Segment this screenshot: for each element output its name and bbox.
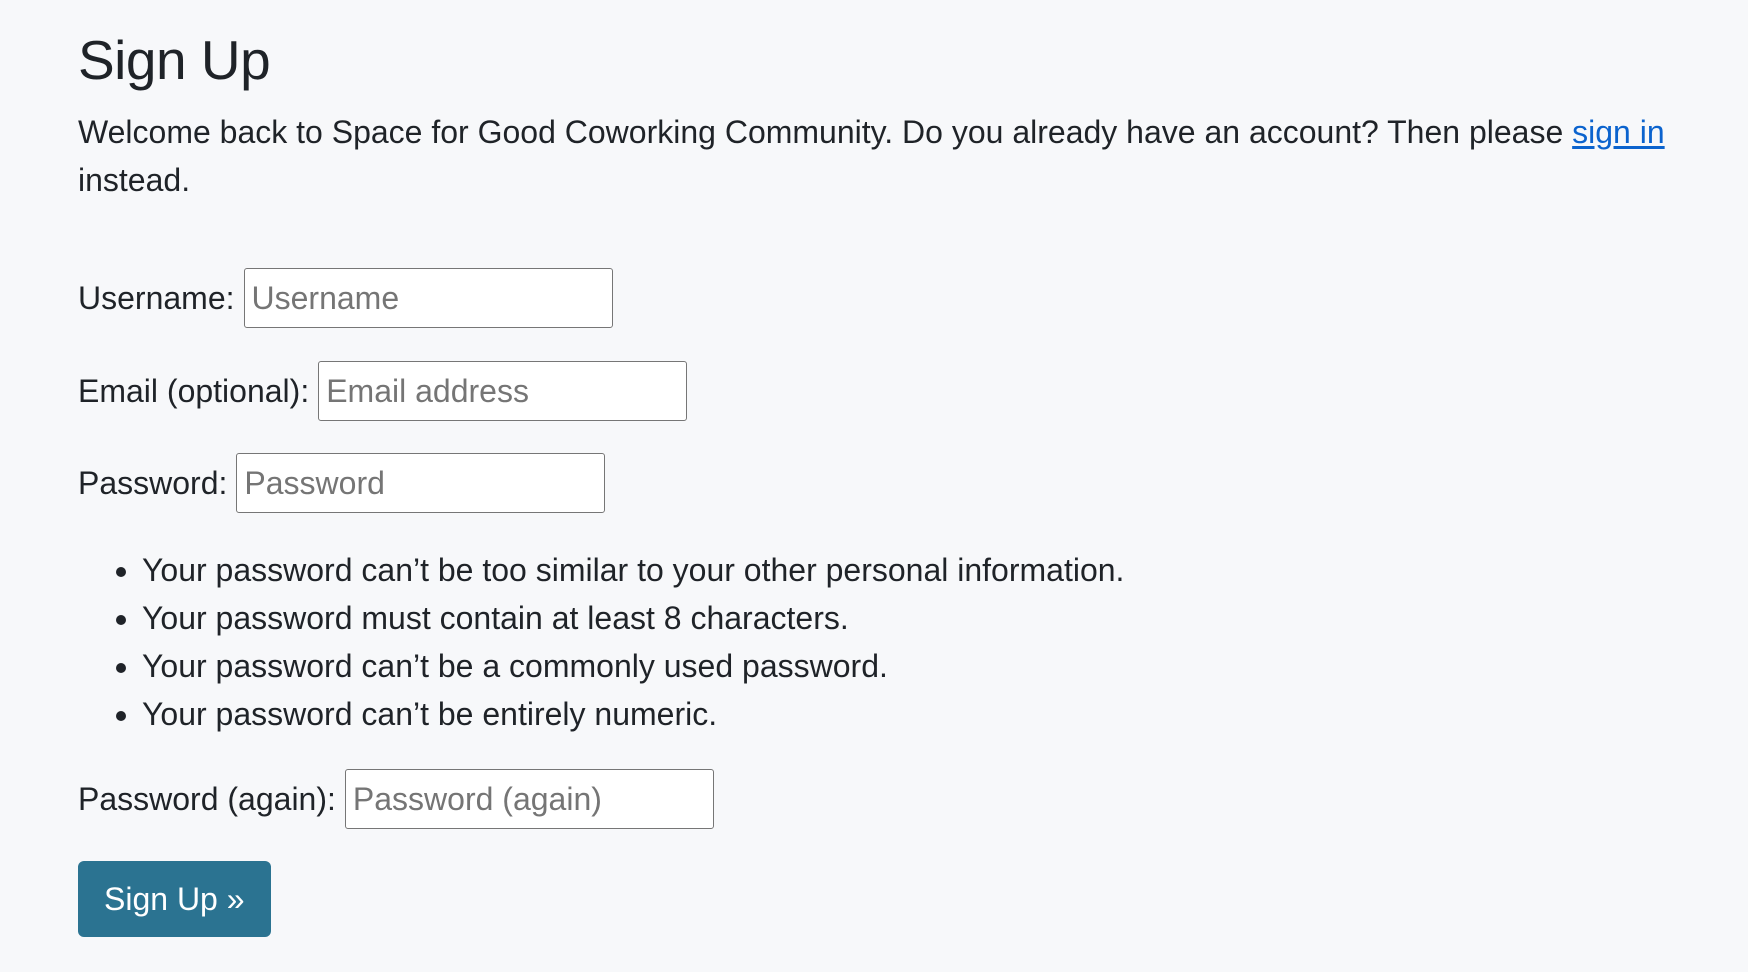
username-row: Username:	[78, 268, 613, 328]
password-label: Password:	[78, 464, 228, 501]
password-requirement: Your password can’t be a commonly used p…	[142, 642, 1124, 690]
password-again-input[interactable]	[344, 769, 714, 829]
username-input[interactable]	[243, 268, 613, 328]
password-requirement: Your password must contain at least 8 ch…	[142, 594, 1124, 642]
password-requirement: Your password can’t be too similar to yo…	[142, 546, 1124, 594]
intro-text: Welcome back to Space for Good Coworking…	[78, 114, 1573, 150]
password-input[interactable]	[236, 453, 606, 513]
password-requirements-list: Your password can’t be too similar to yo…	[78, 546, 1124, 738]
email-row: Email (optional):	[78, 361, 688, 421]
password-again-label: Password (again):	[78, 780, 336, 817]
password-again-row: Password (again):	[78, 769, 714, 829]
signup-page: Sign Up Welcome back to Space for Good C…	[0, 0, 1748, 972]
sign-up-button[interactable]: Sign Up »	[78, 861, 271, 937]
intro-suffix: instead.	[78, 162, 191, 198]
password-requirement: Your password can’t be entirely numeric.	[142, 690, 1124, 738]
page-title: Sign Up	[78, 29, 271, 91]
password-row: Password:	[78, 453, 606, 513]
email-label: Email (optional):	[78, 372, 310, 409]
sign-in-link[interactable]: sign in	[1572, 114, 1665, 150]
username-label: Username:	[78, 279, 235, 316]
intro-paragraph: Welcome back to Space for Good Coworking…	[78, 108, 1678, 204]
email-input[interactable]	[318, 361, 688, 421]
